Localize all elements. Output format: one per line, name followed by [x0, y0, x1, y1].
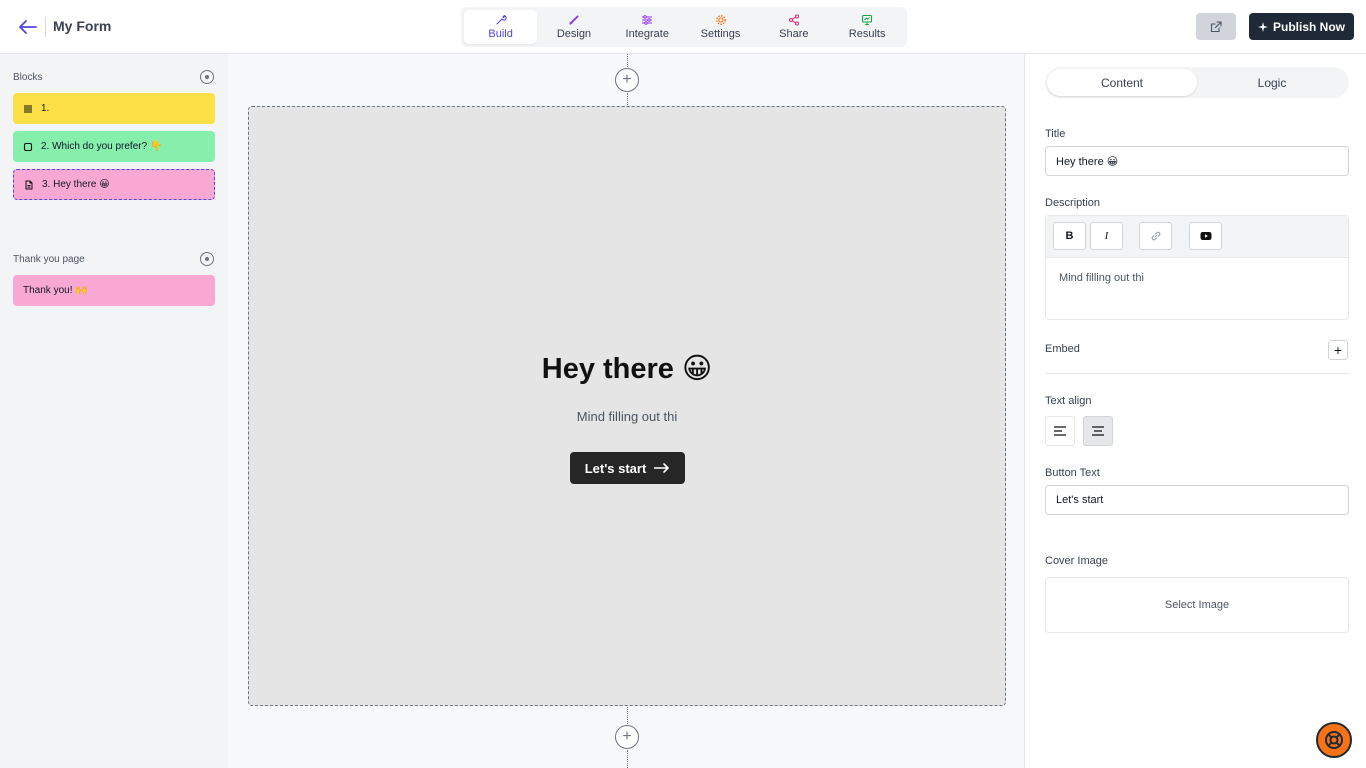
divider — [1045, 373, 1349, 374]
block-item-label: 1. — [41, 103, 50, 114]
editor-toolbar: B I — [1046, 216, 1348, 258]
block-item-label: 3. Hey there 😀 — [42, 179, 110, 190]
document-icon — [24, 180, 34, 190]
title-input[interactable]: Hey there 😀 — [1045, 146, 1349, 176]
description-editor: B I Mind filling out thi — [1045, 215, 1349, 320]
tab-share[interactable]: Share — [757, 10, 830, 44]
left-sidebar: Blocks 1. 2. Which do you prefer? 👇 3. H… — [0, 54, 228, 768]
youtube-button[interactable] — [1189, 222, 1222, 250]
tab-results-label: Results — [848, 28, 886, 40]
blocks-label: Blocks — [13, 72, 43, 83]
connector-line — [627, 54, 628, 67]
welcome-screen-card[interactable]: Hey there 😀 Mind filling out thi Let's s… — [248, 106, 1006, 706]
start-button[interactable]: Let's start — [570, 452, 685, 484]
wrench-icon — [496, 14, 507, 25]
tab-integrate-label: Integrate — [625, 28, 669, 40]
align-left-button[interactable] — [1045, 416, 1075, 446]
share-icon — [788, 14, 799, 26]
square-icon — [23, 142, 33, 152]
tab-build-label: Build — [488, 28, 513, 40]
sparkle-icon — [1258, 21, 1268, 32]
gear-icon — [715, 15, 726, 25]
main-nav: Build Design Integrate Settings Share Re… — [461, 7, 907, 47]
arrow-left-icon — [19, 20, 37, 34]
add-block-below-button[interactable]: + — [615, 725, 639, 749]
block-item-1[interactable]: 1. — [13, 93, 215, 124]
thankyou-item[interactable]: Thank you! 🙌 — [13, 275, 215, 306]
preview-button[interactable] — [1196, 13, 1236, 40]
sliders-icon — [642, 15, 653, 25]
panel-tabs: Content Logic — [1045, 67, 1349, 98]
description-label: Description — [1045, 197, 1101, 209]
welcome-title: Hey there 😀 — [541, 353, 713, 385]
properties-panel: Content Logic Title Hey there 😀 Descript… — [1024, 54, 1366, 768]
button-text-input[interactable]: Let's start — [1045, 485, 1349, 515]
add-thankyou-button[interactable] — [200, 252, 214, 266]
publish-label: Publish Now — [1273, 19, 1345, 34]
add-embed-button[interactable]: + — [1328, 340, 1348, 360]
tab-results[interactable]: Results — [830, 10, 903, 44]
list-icon — [23, 104, 33, 114]
help-button[interactable] — [1316, 722, 1352, 758]
tab-settings-label: Settings — [700, 28, 741, 40]
start-button-label: Let's start — [584, 460, 647, 476]
thankyou-label: Thank you page — [13, 254, 85, 265]
monitor-icon — [862, 14, 873, 25]
top-header: My Form Build Design Integrate Settings … — [0, 0, 1366, 54]
tab-design[interactable]: Design — [537, 10, 610, 44]
thankyou-item-label: Thank you! 🙌 — [23, 285, 88, 296]
arrow-right-icon — [654, 463, 670, 473]
youtube-icon — [1200, 232, 1211, 240]
connector-line — [627, 707, 628, 724]
align-center-button[interactable] — [1083, 416, 1113, 446]
tab-design-label: Design — [556, 28, 592, 40]
text-align-label: Text align — [1045, 395, 1092, 407]
connector-line — [627, 750, 628, 768]
link-icon — [1151, 231, 1160, 241]
publish-button[interactable]: Publish Now — [1249, 13, 1354, 40]
tab-share-label: Share — [779, 28, 809, 40]
back-button[interactable] — [14, 13, 42, 41]
add-block-above-button[interactable]: + — [615, 68, 639, 92]
select-image-button[interactable]: Select Image — [1045, 577, 1349, 633]
italic-button[interactable]: I — [1090, 222, 1123, 250]
form-title: My Form — [53, 18, 112, 34]
block-item-2[interactable]: 2. Which do you prefer? 👇 — [13, 131, 215, 162]
add-block-button[interactable] — [200, 70, 214, 84]
header-divider — [45, 17, 46, 37]
brush-icon — [569, 15, 579, 25]
tab-integrate[interactable]: Integrate — [611, 10, 684, 44]
tab-settings[interactable]: Settings — [684, 10, 757, 44]
connector-line — [627, 93, 628, 105]
link-button[interactable] — [1139, 222, 1172, 250]
button-text-label: Button Text — [1045, 467, 1100, 479]
block-item-3[interactable]: 3. Hey there 😀 — [13, 169, 215, 200]
bold-button[interactable]: B — [1053, 222, 1086, 250]
tab-content[interactable]: Content — [1047, 69, 1197, 96]
external-link-icon — [1210, 20, 1222, 32]
title-label: Title — [1045, 128, 1066, 140]
lifebuoy-icon — [1325, 731, 1343, 749]
align-center-icon — [1092, 426, 1104, 436]
welcome-description: Mind filling out thi — [576, 409, 678, 424]
cover-image-label: Cover Image — [1045, 555, 1108, 567]
description-text[interactable]: Mind filling out thi — [1059, 272, 1144, 284]
tab-build[interactable]: Build — [464, 10, 538, 44]
tab-logic[interactable]: Logic — [1197, 69, 1347, 96]
block-item-label: 2. Which do you prefer? 👇 — [41, 141, 163, 152]
align-left-icon — [1054, 426, 1066, 436]
embed-label: Embed — [1045, 343, 1080, 355]
